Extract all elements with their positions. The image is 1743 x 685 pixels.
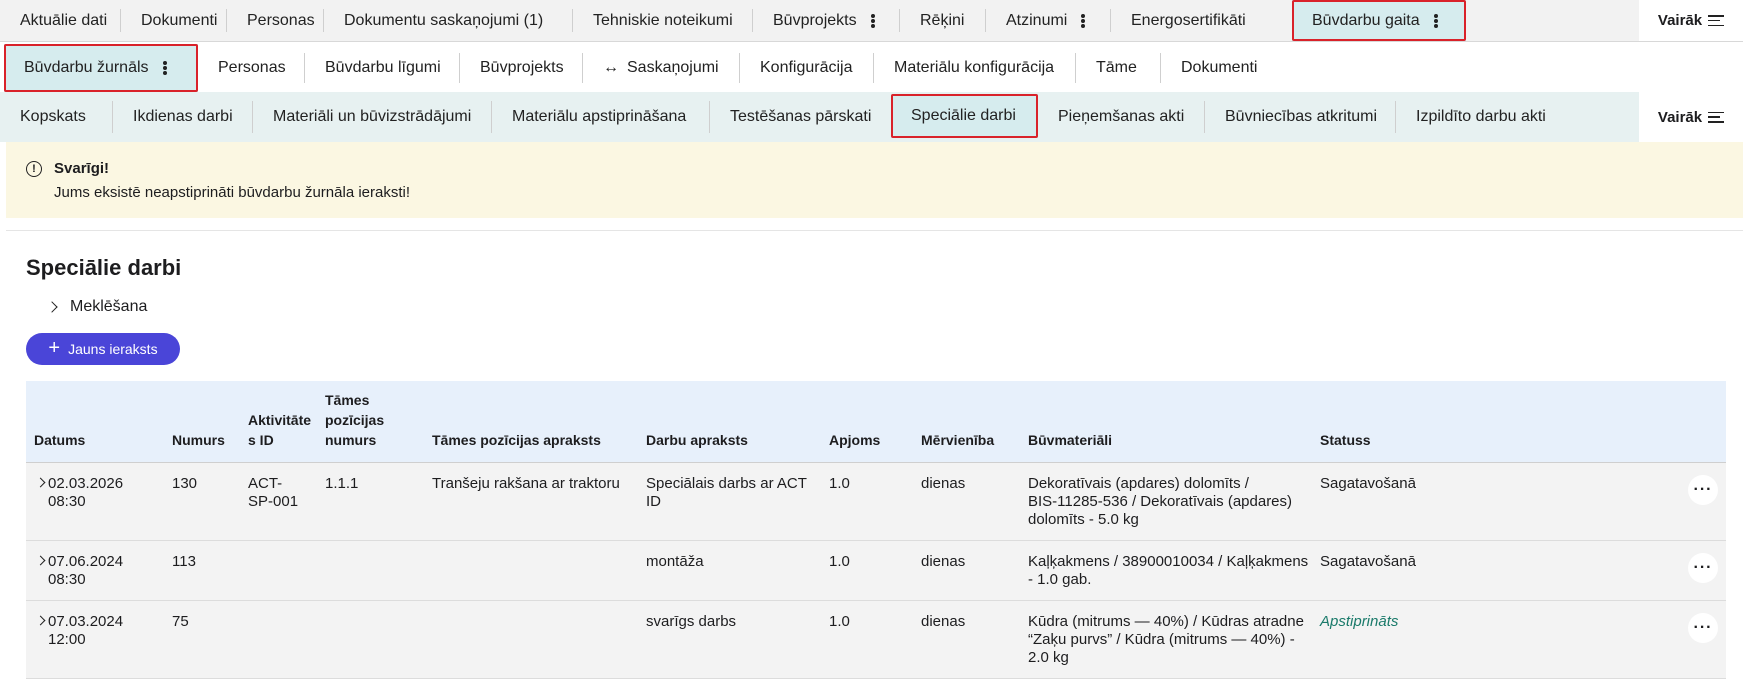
tab-buvprojekts[interactable]: Būvprojekts — [753, 0, 900, 41]
status-badge: Sagatavošanā — [1320, 553, 1416, 570]
col-aktivitate[interactable]: Aktivitāte s ID — [248, 410, 311, 450]
tab-dokumentu-saskanojumi[interactable]: Dokumentu saskaņojumi (1) — [324, 0, 573, 41]
main-panel: Speciālie darbi Meklēšana + Jauns ieraks… — [6, 230, 1743, 685]
tab-saskanojumi[interactable]: ↔ Saskaņojumi — [583, 44, 740, 92]
tab-specialie-darbi[interactable]: Speciālie darbi — [891, 94, 1038, 138]
col-buvmateriali[interactable]: Būvmateriāli — [1028, 430, 1112, 450]
tab-materialu-apstiprinasana[interactable]: Materiālu apstiprināšana — [492, 92, 710, 142]
col-datums[interactable]: Datums — [34, 430, 85, 450]
tab-materialu-konfiguracija[interactable]: Materiālu konfigurācija — [874, 44, 1076, 92]
chevron-right-icon[interactable] — [35, 555, 46, 566]
more-vertical-icon[interactable] — [870, 13, 875, 28]
col-tames-nr[interactable]: Tāmes pozīcijas numurs — [325, 390, 384, 450]
status-badge: Sagatavošanā — [1320, 475, 1416, 492]
tab-dokumenti[interactable]: Dokumenti — [121, 0, 227, 41]
tab-testesanas-parskati[interactable]: Testēšanas pārskati — [710, 92, 891, 142]
row-actions-button[interactable]: ··· — [1688, 613, 1718, 643]
tab-tehniskie-noteikumi[interactable]: Tehniskie noteikumi — [573, 0, 753, 41]
page-title: Speciālie darbi — [26, 255, 182, 280]
alert-title: Svarīgi! — [54, 160, 110, 177]
tab-buvdarbu-ligumi[interactable]: Būvdarbu līgumi — [305, 44, 460, 92]
table-row[interactable]: 07.06.2024 08:30 113 montāža 1.0 dienas K… — [26, 541, 1726, 601]
table-row[interactable]: 02.03.2026 08:30 130 ACT- SP-001 1.1.1 Tra… — [26, 463, 1726, 541]
special-works-table: Datums Numurs Aktivitāte s ID Tāmes pozīci… — [26, 381, 1726, 679]
arrows-horizontal-icon: ↔ — [603, 59, 619, 76]
tab-buvdarbu-gaita[interactable]: Būvdarbu gaita — [1292, 0, 1466, 41]
more-vertical-icon[interactable] — [162, 61, 167, 75]
tab-buvniecibas-atkritumi[interactable]: Būvniecības atkritumi — [1205, 92, 1396, 142]
more-menu-button-sub[interactable]: Vairāk — [1639, 92, 1743, 142]
col-mervieniba[interactable]: Mērvienība — [921, 430, 994, 450]
row-actions-button[interactable]: ··· — [1688, 553, 1718, 583]
exclamation-circle-icon: ! — [26, 161, 42, 177]
tab-konfiguracija[interactable]: Konfigurācija — [740, 44, 874, 92]
more-menu-button[interactable]: Vairāk — [1639, 0, 1743, 41]
tab-pienemsanas-akti[interactable]: Pieņemšanas akti — [1038, 92, 1205, 142]
journal-nav: Būvdarbu žurnāls Personas Būvdarbu līgum… — [0, 44, 1743, 92]
tab-aktualie-dati[interactable]: Aktuālie dati — [0, 0, 121, 41]
menu-icon — [1708, 15, 1725, 26]
tab-buvdarbu-zurnals[interactable]: Būvdarbu žurnāls — [4, 44, 198, 92]
more-vertical-icon[interactable] — [1433, 13, 1438, 28]
tab-buvprojekts-journal[interactable]: Būvprojekts — [460, 44, 583, 92]
tab-energosertifikati[interactable]: Energosertifikāti — [1111, 0, 1292, 41]
tab-dokumenti-journal[interactable]: Dokumenti — [1161, 44, 1281, 92]
chevron-right-icon — [46, 301, 58, 313]
search-toggle[interactable]: Meklēšana — [46, 298, 147, 316]
chevron-right-icon[interactable] — [35, 477, 46, 488]
tab-personas[interactable]: Personas — [227, 0, 324, 41]
tab-personas-journal[interactable]: Personas — [198, 44, 305, 92]
col-tames-apraksts[interactable]: Tāmes pozīcijas apraksts — [432, 430, 601, 450]
tab-kopskats[interactable]: Kopskats — [0, 92, 113, 142]
tab-rekini[interactable]: Rēķini — [900, 0, 986, 41]
chevron-right-icon[interactable] — [35, 615, 46, 626]
new-record-button[interactable]: + Jauns ieraksts — [26, 333, 180, 365]
tab-izpildito-darbu-akti[interactable]: Izpildīto darbu akti — [1396, 92, 1566, 142]
table-header: Datums Numurs Aktivitāte s ID Tāmes pozīci… — [26, 381, 1726, 463]
row-actions-button[interactable]: ··· — [1688, 475, 1718, 505]
tab-atzinumi[interactable]: Atzinumi — [986, 0, 1111, 41]
warning-alert: ! Svarīgi! Jums eksistē neapstiprināti b… — [6, 142, 1743, 218]
menu-icon — [1708, 111, 1725, 123]
table-row[interactable]: 07.03.2024 12:00 75 svarīgs darbs 1.0 die… — [26, 601, 1726, 679]
sub-nav: Kopskats Ikdienas darbi Materiāli un būv… — [0, 92, 1743, 142]
status-badge: Apstiprināts — [1320, 613, 1399, 630]
plus-icon: + — [48, 337, 61, 359]
tab-ikdienas-darbi[interactable]: Ikdienas darbi — [113, 92, 253, 142]
top-nav: Aktuālie dati Dokumenti Personas Dokumen… — [0, 0, 1743, 42]
col-statuss[interactable]: Statuss — [1320, 430, 1371, 450]
col-numurs[interactable]: Numurs — [172, 430, 225, 450]
col-darbu-apraksts[interactable]: Darbu apraksts — [646, 430, 748, 450]
alert-message: Jums eksistē neapstiprināti būvdarbu žur… — [54, 184, 411, 201]
tab-materiali[interactable]: Materiāli un būvizstrādājumi — [253, 92, 492, 142]
more-vertical-icon[interactable] — [1081, 13, 1086, 28]
tab-tame[interactable]: Tāme — [1076, 44, 1161, 92]
col-apjoms[interactable]: Apjoms — [829, 430, 880, 450]
